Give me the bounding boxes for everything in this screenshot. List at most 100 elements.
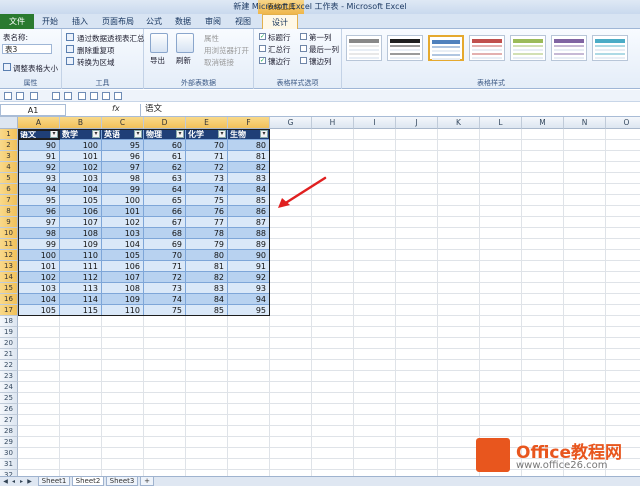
table-cell[interactable]: 77 bbox=[186, 217, 228, 228]
row-header[interactable]: 26 bbox=[0, 404, 18, 415]
table-cell[interactable]: 101 bbox=[18, 261, 60, 272]
table-cell[interactable]: 108 bbox=[60, 228, 102, 239]
new-icon[interactable] bbox=[78, 92, 86, 100]
resize-table-button[interactable]: 调整表格大小 bbox=[13, 63, 58, 74]
row-header[interactable]: 15 bbox=[0, 283, 18, 294]
save-icon[interactable] bbox=[4, 92, 12, 100]
row-header[interactable]: 4 bbox=[0, 162, 18, 173]
table-cell[interactable]: 64 bbox=[144, 184, 186, 195]
convert-to-range-button[interactable]: 转换为区域 bbox=[77, 57, 115, 68]
table-cell[interactable]: 85 bbox=[228, 195, 270, 206]
table-cell[interactable]: 71 bbox=[186, 151, 228, 162]
table-cell[interactable]: 103 bbox=[102, 228, 144, 239]
table-cell[interactable]: 68 bbox=[144, 228, 186, 239]
table-cell[interactable]: 91 bbox=[228, 261, 270, 272]
row-header[interactable]: 16 bbox=[0, 294, 18, 305]
row-header[interactable]: 31 bbox=[0, 459, 18, 470]
tab-data[interactable]: 数据 bbox=[170, 14, 196, 29]
worksheet-grid[interactable]: A B C D E F G H I J K L M N O 1 2 3 4 5 6 7 8 9 10 11 12 13 14 15 16 17… bbox=[0, 117, 640, 476]
prev-sheet-icon[interactable]: ◂ bbox=[10, 478, 17, 485]
insert-function-icon[interactable]: fx bbox=[112, 104, 120, 113]
column-header[interactable]: D bbox=[144, 117, 186, 129]
redo-icon[interactable] bbox=[30, 92, 38, 100]
table-cell[interactable]: 90 bbox=[18, 140, 60, 151]
table-cell[interactable]: 75 bbox=[144, 305, 186, 316]
checkbox-total-row[interactable] bbox=[259, 45, 266, 52]
table-cell[interactable]: 74 bbox=[186, 184, 228, 195]
table-cell[interactable]: 70 bbox=[144, 250, 186, 261]
row-header[interactable]: 12 bbox=[0, 250, 18, 261]
column-header[interactable]: L bbox=[480, 117, 522, 129]
column-header[interactable]: M bbox=[522, 117, 564, 129]
table-cell[interactable]: 82 bbox=[186, 272, 228, 283]
table-cell[interactable]: 104 bbox=[102, 239, 144, 250]
table-cell[interactable]: 72 bbox=[144, 272, 186, 283]
tab-formulas[interactable]: 公式 bbox=[142, 14, 166, 29]
table-cell[interactable]: 94 bbox=[228, 294, 270, 305]
table-style-swatch[interactable] bbox=[387, 35, 423, 61]
table-cell[interactable]: 81 bbox=[228, 151, 270, 162]
table-cell[interactable]: 111 bbox=[60, 261, 102, 272]
table-cell[interactable]: 93 bbox=[228, 283, 270, 294]
table-cell[interactable]: 76 bbox=[186, 206, 228, 217]
tab-insert[interactable]: 插入 bbox=[66, 14, 94, 29]
sort-icon[interactable] bbox=[102, 92, 110, 100]
table-cell[interactable]: 63 bbox=[144, 173, 186, 184]
table-cell[interactable]: 88 bbox=[228, 228, 270, 239]
row-header[interactable]: 23 bbox=[0, 371, 18, 382]
column-header[interactable]: E bbox=[186, 117, 228, 129]
table-cell[interactable]: 102 bbox=[60, 162, 102, 173]
checkbox-banded-rows[interactable]: ✓ bbox=[259, 57, 266, 64]
table-cell[interactable]: 95 bbox=[228, 305, 270, 316]
table-cell[interactable]: 91 bbox=[18, 151, 60, 162]
table-cell[interactable]: 103 bbox=[18, 283, 60, 294]
row-header[interactable]: 11 bbox=[0, 239, 18, 250]
table-cell[interactable]: 101 bbox=[60, 151, 102, 162]
table-cell[interactable]: 74 bbox=[144, 294, 186, 305]
row-header[interactable]: 3 bbox=[0, 151, 18, 162]
table-header-cell[interactable]: 数学 ▾ bbox=[60, 129, 102, 140]
table-cell[interactable]: 104 bbox=[18, 294, 60, 305]
table-cell[interactable]: 90 bbox=[228, 250, 270, 261]
row-header[interactable]: 10 bbox=[0, 228, 18, 239]
table-cell[interactable]: 104 bbox=[60, 184, 102, 195]
table-header-cell[interactable]: 化学 ▾ bbox=[186, 129, 228, 140]
table-cell[interactable]: 109 bbox=[102, 294, 144, 305]
filter-dropdown-icon[interactable]: ▾ bbox=[92, 130, 100, 138]
row-header[interactable]: 6 bbox=[0, 184, 18, 195]
table-cell[interactable]: 110 bbox=[102, 305, 144, 316]
column-header[interactable]: H bbox=[312, 117, 354, 129]
table-style-swatch[interactable] bbox=[428, 35, 464, 61]
table-cell[interactable]: 95 bbox=[18, 195, 60, 206]
formula-input[interactable]: 语文 bbox=[140, 104, 640, 116]
row-header[interactable]: 30 bbox=[0, 448, 18, 459]
table-cell[interactable]: 83 bbox=[228, 173, 270, 184]
row-header[interactable]: 2 bbox=[0, 140, 18, 151]
table-cell[interactable]: 81 bbox=[186, 261, 228, 272]
column-header[interactable]: I bbox=[354, 117, 396, 129]
summarize-pivot-button[interactable]: 通过数据透视表汇总 bbox=[77, 33, 145, 44]
table-cell[interactable]: 103 bbox=[60, 173, 102, 184]
row-header[interactable]: 24 bbox=[0, 382, 18, 393]
table-cell[interactable]: 75 bbox=[186, 195, 228, 206]
table-cell[interactable]: 100 bbox=[102, 195, 144, 206]
table-cell[interactable]: 62 bbox=[144, 162, 186, 173]
table-cell[interactable]: 85 bbox=[186, 305, 228, 316]
tab-page-layout[interactable]: 页面布局 bbox=[98, 14, 138, 29]
table-cell[interactable]: 73 bbox=[144, 283, 186, 294]
table-cell[interactable]: 113 bbox=[60, 283, 102, 294]
row-header[interactable]: 1 bbox=[0, 129, 18, 140]
row-header[interactable]: 20 bbox=[0, 338, 18, 349]
checkbox-header-row[interactable]: ✓ bbox=[259, 33, 266, 40]
table-cell[interactable]: 87 bbox=[228, 217, 270, 228]
select-all-corner[interactable] bbox=[0, 117, 18, 129]
table-cell[interactable]: 107 bbox=[102, 272, 144, 283]
table-cell[interactable]: 100 bbox=[18, 250, 60, 261]
table-cell[interactable]: 109 bbox=[60, 239, 102, 250]
table-cell[interactable]: 84 bbox=[186, 294, 228, 305]
table-cell[interactable]: 86 bbox=[228, 206, 270, 217]
unlink-button[interactable]: 取消链接 bbox=[204, 57, 234, 68]
sheet-tab-2[interactable]: Sheet2 bbox=[72, 477, 104, 486]
table-cell[interactable]: 78 bbox=[186, 228, 228, 239]
table-cell[interactable]: 112 bbox=[60, 272, 102, 283]
